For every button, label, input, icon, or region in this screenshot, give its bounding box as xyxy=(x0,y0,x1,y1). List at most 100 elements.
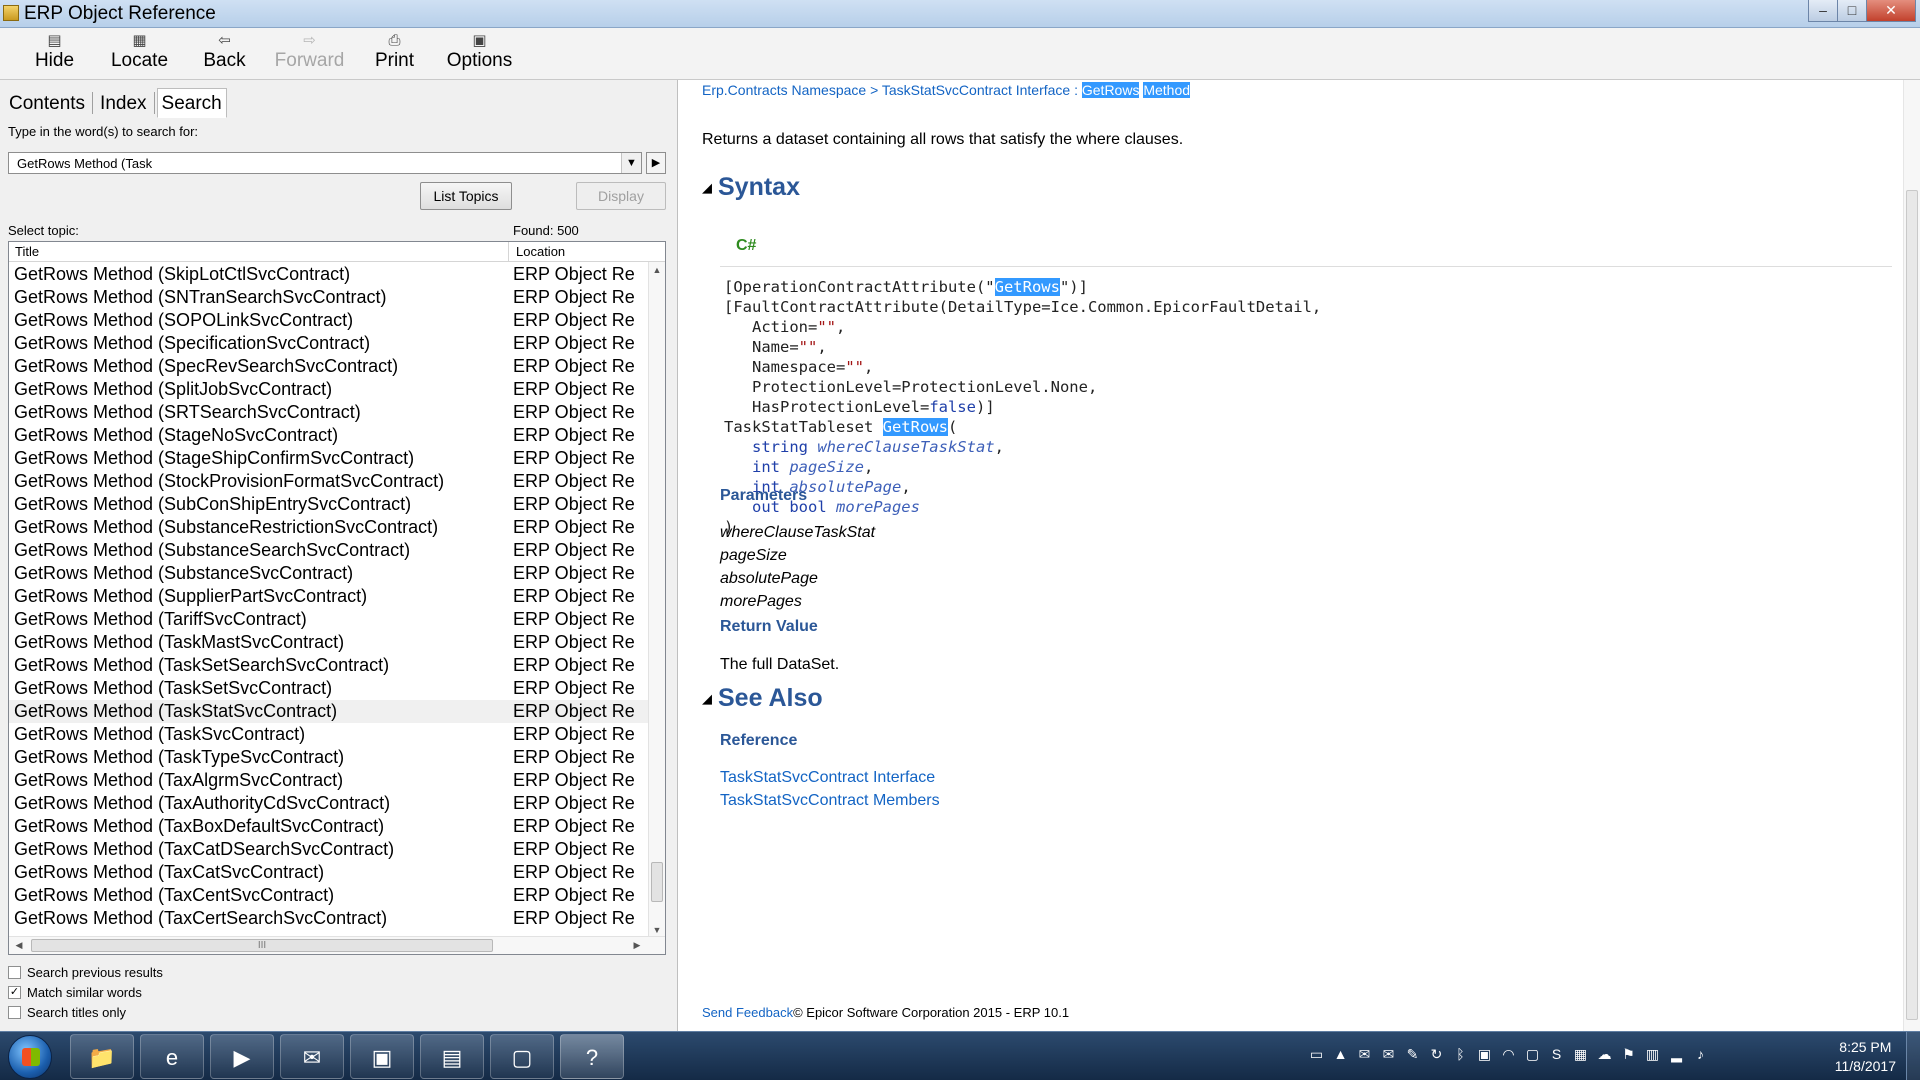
taskbar-app-remote[interactable]: ▣ xyxy=(350,1034,414,1079)
locate-button[interactable]: ▦ Locate xyxy=(97,28,182,80)
tray-volume-icon[interactable]: ♪ xyxy=(1692,1046,1709,1063)
show-desktop-button[interactable] xyxy=(1906,1032,1920,1080)
result-row[interactable]: GetRows Method (TaxCatDSearchSvcContract… xyxy=(9,838,649,861)
tray-device-icon[interactable]: ▥ xyxy=(1644,1046,1661,1063)
checkbox-box[interactable]: ✓ xyxy=(8,986,21,999)
results-horizontal-scrollbar[interactable]: ◀ III ▶ xyxy=(9,936,665,954)
tray-cloud-icon[interactable]: ☁ xyxy=(1596,1046,1613,1063)
maximize-button[interactable]: □ xyxy=(1837,0,1867,22)
search-go-button[interactable]: ▶ xyxy=(646,152,666,174)
collapse-triangle-icon[interactable]: ◢ xyxy=(702,691,712,706)
result-row[interactable]: GetRows Method (TaxBoxDefaultSvcContract… xyxy=(9,815,649,838)
tray-display-icon[interactable]: ▢ xyxy=(1524,1046,1541,1063)
result-row[interactable]: GetRows Method (SNTranSearchSvcContract)… xyxy=(9,286,649,309)
tab-index[interactable]: Index xyxy=(95,88,151,118)
send-feedback-link[interactable]: Send Feedback xyxy=(702,1005,793,1020)
checkbox-box[interactable] xyxy=(8,1006,21,1019)
topic-scroll-thumb[interactable] xyxy=(1906,190,1918,1020)
hscroll-thumb[interactable]: III xyxy=(31,939,493,952)
options-button[interactable]: ▣ Options xyxy=(437,28,522,80)
display-button[interactable]: Display xyxy=(576,182,666,210)
result-row[interactable]: GetRows Method (TaxAlgrmSvcContract) ERP … xyxy=(9,769,649,792)
close-button[interactable]: ✕ xyxy=(1866,0,1916,22)
result-row[interactable]: GetRows Method (SpecificationSvcContract… xyxy=(9,332,649,355)
taskbar-app-outlook[interactable]: ✉ xyxy=(280,1034,344,1079)
tray-alert-icon[interactable]: ▲ xyxy=(1332,1046,1349,1063)
tray-outlook-icon[interactable]: ✉ xyxy=(1380,1046,1397,1063)
tray-bluetooth-icon[interactable]: ᛒ xyxy=(1452,1046,1469,1063)
tab-contents[interactable]: Contents xyxy=(4,88,90,118)
tab-search[interactable]: Search xyxy=(156,88,227,118)
scroll-left-icon[interactable]: ◀ xyxy=(11,937,27,954)
tray-green-app-icon[interactable]: ▦ xyxy=(1572,1046,1589,1063)
language-tab[interactable]: C# xyxy=(736,237,756,255)
column-header-location[interactable]: Location xyxy=(510,242,645,262)
back-button[interactable]: ⇦ Back xyxy=(182,28,267,80)
search-titles-checkbox[interactable]: Search titles only xyxy=(8,1005,126,1020)
result-row[interactable]: GetRows Method (TaxCentSvcContract) ERP O… xyxy=(9,884,649,907)
list-topics-button[interactable]: List Topics xyxy=(420,182,512,210)
members-link[interactable]: TaskStatSvcContract Members xyxy=(720,792,940,810)
start-button[interactable] xyxy=(8,1035,52,1079)
scroll-up-icon[interactable]: ▲ xyxy=(649,262,665,278)
results-vertical-scrollbar[interactable]: ▲ ▼ xyxy=(648,262,665,938)
result-row[interactable]: GetRows Method (TaskSetSearchSvcContract… xyxy=(9,654,649,677)
result-row[interactable]: GetRows Method (SupplierPartSvcContract)… xyxy=(9,585,649,608)
result-row[interactable]: GetRows Method (TaskStatSvcContract) ERP … xyxy=(9,700,649,723)
column-header-title[interactable]: Title xyxy=(9,242,509,262)
result-row[interactable]: GetRows Method (SubConShipEntrySvcContra… xyxy=(9,493,649,516)
taskbar-clock[interactable]: 8:25 PM 11/8/2017 xyxy=(1835,1038,1896,1076)
tray-sync-icon[interactable]: ↻ xyxy=(1428,1046,1445,1063)
result-row[interactable]: GetRows Method (TaskSvcContract) ERP Obje… xyxy=(9,723,649,746)
print-button[interactable]: ⎙ Print xyxy=(352,28,437,80)
collapse-triangle-icon[interactable]: ◢ xyxy=(702,180,712,195)
result-row[interactable]: GetRows Method (SOPOLinkSvcContract) ERP … xyxy=(9,309,649,332)
topic-vertical-scrollbar[interactable] xyxy=(1903,80,1920,1031)
tray-skype-icon[interactable]: S xyxy=(1548,1046,1565,1063)
result-row[interactable]: GetRows Method (TariffSvcContract) ERP Ob… xyxy=(9,608,649,631)
result-row[interactable]: GetRows Method (StageNoSvcContract) ERP O… xyxy=(9,424,649,447)
result-row[interactable]: GetRows Method (SRTSearchSvcContract) ERP… xyxy=(9,401,649,424)
match-similar-checkbox[interactable]: ✓ Match similar words xyxy=(8,985,142,1000)
result-row[interactable]: GetRows Method (SubstanceSvcContract) ERP… xyxy=(9,562,649,585)
results-list[interactable]: Title Location GetRows Method (SkipLotCt… xyxy=(8,241,666,955)
taskbar-app-card[interactable]: ▤ xyxy=(420,1034,484,1079)
see-also-heading[interactable]: ◢ See Also xyxy=(702,684,823,713)
result-row[interactable]: GetRows Method (SkipLotCtlSvcContract) ER… xyxy=(9,263,649,286)
result-row[interactable]: GetRows Method (TaskMastSvcContract) ERP … xyxy=(9,631,649,654)
combo-dropdown-icon[interactable]: ▼ xyxy=(621,153,641,173)
result-row[interactable]: GetRows Method (TaskSetSvcContract) ERP O… xyxy=(9,677,649,700)
taskbar-app-computer[interactable]: ▢ xyxy=(490,1034,554,1079)
breadcrumb-namespace-link[interactable]: Erp.Contracts Namespace xyxy=(702,82,866,98)
search-previous-checkbox[interactable]: Search previous results xyxy=(8,965,163,980)
taskbar-app-media[interactable]: ▶ xyxy=(210,1034,274,1079)
scroll-thumb[interactable] xyxy=(651,862,663,902)
taskbar-app-ie[interactable]: e xyxy=(140,1034,204,1079)
result-row[interactable]: GetRows Method (SubstanceSearchSvcContra… xyxy=(9,539,649,562)
tray-app-icon[interactable]: ▣ xyxy=(1476,1046,1493,1063)
taskbar-app-folder[interactable]: 📁 xyxy=(70,1034,134,1079)
breadcrumb-interface-link[interactable]: TaskStatSvcContract Interface xyxy=(882,82,1070,98)
taskbar-app-help[interactable]: ? xyxy=(560,1034,624,1079)
result-row[interactable]: GetRows Method (TaxCatSvcContract) ERP Ob… xyxy=(9,861,649,884)
minimize-button[interactable]: – xyxy=(1808,0,1838,22)
tray-signal-icon[interactable]: ▂ xyxy=(1668,1046,1685,1063)
result-row[interactable]: GetRows Method (TaxAuthorityCdSvcContrac… xyxy=(9,792,649,815)
result-row[interactable]: GetRows Method (SpecRevSearchSvcContract… xyxy=(9,355,649,378)
hide-button[interactable]: ▤ Hide xyxy=(12,28,97,80)
tray-tool-icon[interactable]: ✎ xyxy=(1404,1046,1421,1063)
result-row[interactable]: GetRows Method (TaskTypeSvcContract) ERP … xyxy=(9,746,649,769)
tray-flag-icon[interactable]: ⚑ xyxy=(1620,1046,1637,1063)
tray-network-share-icon[interactable]: ▭ xyxy=(1308,1046,1325,1063)
result-row[interactable]: GetRows Method (StageShipConfirmSvcContr… xyxy=(9,447,649,470)
result-row[interactable]: GetRows Method (SubstanceRestrictionSvcC… xyxy=(9,516,649,539)
checkbox-box[interactable] xyxy=(8,966,21,979)
forward-button[interactable]: ⇨ Forward xyxy=(267,28,352,80)
scroll-right-icon[interactable]: ▶ xyxy=(629,937,645,954)
syntax-heading[interactable]: ◢ Syntax xyxy=(702,173,800,202)
tray-wifi-icon[interactable]: ◠ xyxy=(1500,1046,1517,1063)
result-row[interactable]: GetRows Method (SplitJobSvcContract) ERP … xyxy=(9,378,649,401)
interface-link[interactable]: TaskStatSvcContract Interface xyxy=(720,769,935,787)
tray-mail-icon[interactable]: ✉ xyxy=(1356,1046,1373,1063)
search-input[interactable]: GetRows Method (Task ▼ xyxy=(8,152,642,174)
